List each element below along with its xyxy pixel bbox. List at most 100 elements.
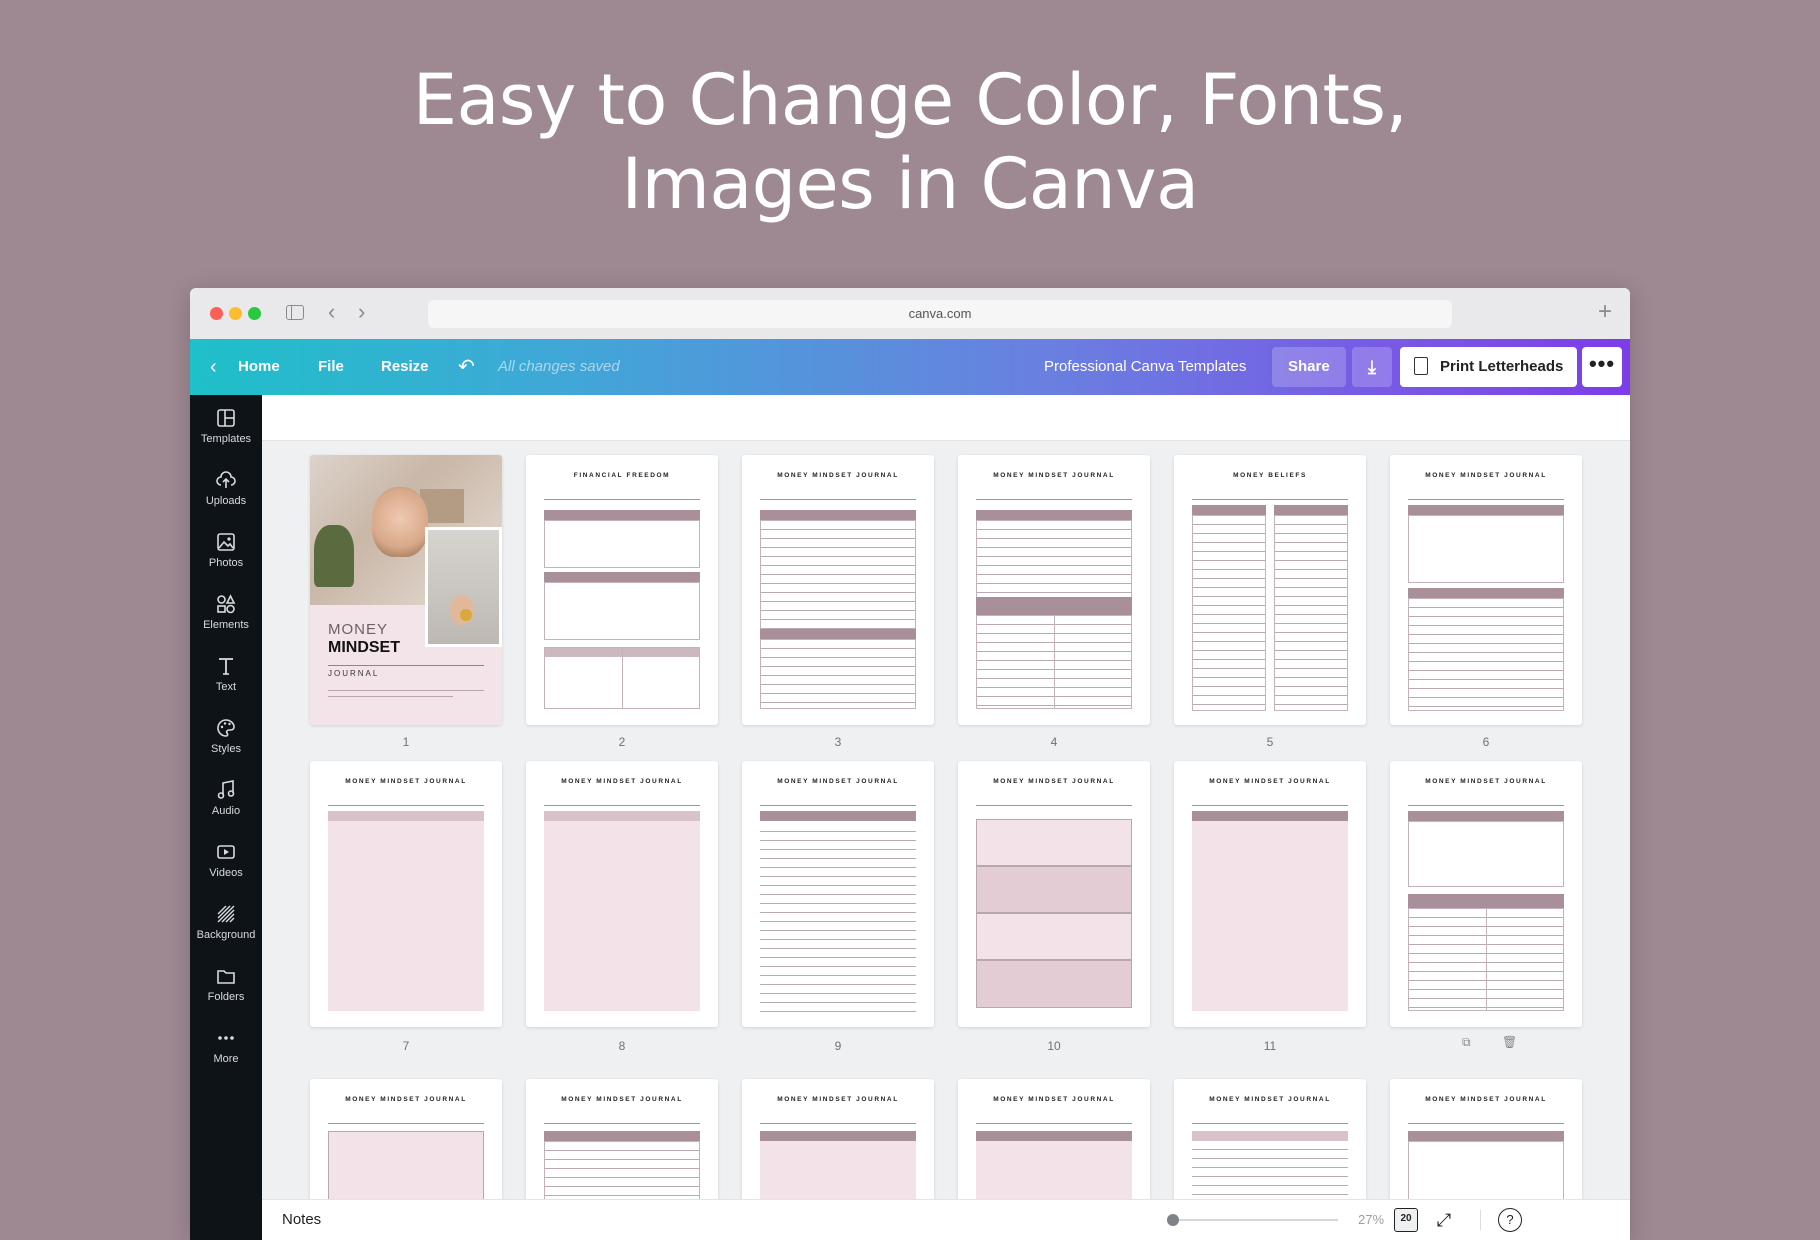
writing-box: [1408, 1141, 1564, 1199]
zoom-slider-handle[interactable]: [1167, 1214, 1179, 1226]
page-date-line: [544, 1117, 700, 1124]
print-letterheads-label: Print Letterheads: [1440, 358, 1564, 375]
zoom-percentage[interactable]: 27%: [1358, 1200, 1384, 1240]
resize-button[interactable]: Resize: [381, 339, 429, 395]
print-letterheads-button[interactable]: Print Letterheads: [1400, 347, 1578, 387]
grid-view-button[interactable]: 20: [1394, 1208, 1418, 1232]
page-thumbnail-15[interactable]: MONEY MINDSET JOURNAL: [742, 1079, 934, 1199]
page-thumbnail-2[interactable]: FINANCIAL FREEDOM: [526, 455, 718, 725]
undo-icon[interactable]: ↶: [458, 339, 475, 395]
page-number: 10: [1047, 1039, 1061, 1053]
page-thumbnail-17[interactable]: MONEY MINDSET JOURNAL: [1174, 1079, 1366, 1199]
page-thumbnail-8[interactable]: MONEY MINDSET JOURNAL: [526, 761, 718, 1027]
page-thumbnail-4[interactable]: MONEY MINDSET JOURNAL: [958, 455, 1150, 725]
page-date-line: [544, 493, 700, 500]
page-thumbnail-18[interactable]: MONEY MINDSET JOURNAL: [1390, 1079, 1582, 1199]
writing-box: [544, 582, 700, 640]
file-menu-button[interactable]: File: [318, 339, 344, 395]
more-dots-icon: [218, 1036, 234, 1040]
home-button[interactable]: Home: [238, 339, 280, 395]
sidebar-label-templates: Templates: [200, 433, 252, 445]
share-button[interactable]: Share: [1272, 347, 1346, 387]
writing-area: [976, 1141, 1132, 1199]
page-date-line: [1192, 799, 1348, 806]
page-date-line: [544, 799, 700, 806]
sidebar-item-text[interactable]: Text: [190, 643, 262, 705]
browser-forward-icon[interactable]: ›: [358, 300, 365, 324]
notes-button[interactable]: Notes: [282, 1200, 321, 1240]
sidebar-label-audio: Audio: [211, 805, 241, 817]
page-thumbnail-12[interactable]: MONEY MINDSET JOURNAL: [1390, 761, 1582, 1027]
hero-line-2: Images in Canva: [621, 143, 1199, 225]
writing-area: [544, 821, 700, 1011]
address-bar[interactable]: canva.com: [428, 300, 1452, 328]
ruled-lines: [760, 639, 916, 709]
page-title: MONEY MINDSET JOURNAL: [561, 778, 683, 785]
page-date-line: [760, 1117, 916, 1124]
cover-photo-woman: [372, 487, 428, 557]
writing-area: [328, 821, 484, 1011]
hero-line-1: Easy to Change Color, Fonts,: [412, 59, 1408, 141]
sidebar-toggle-icon[interactable]: [286, 305, 304, 320]
shapes-icon: [217, 594, 236, 614]
sidebar-item-videos[interactable]: Videos: [190, 829, 262, 891]
section-header-band: [328, 811, 484, 821]
page-thumbnail-1[interactable]: MONEY MINDSET JOURNAL: [310, 455, 502, 725]
design-title[interactable]: Professional Canva Templates: [1044, 339, 1246, 395]
page-thumbnail-6[interactable]: MONEY MINDSET JOURNAL: [1390, 455, 1582, 725]
page-thumbnail-14[interactable]: MONEY MINDSET JOURNAL: [526, 1079, 718, 1199]
sidebar-item-folders[interactable]: Folders: [190, 953, 262, 1015]
page-title: MONEY MINDSET JOURNAL: [1425, 778, 1547, 785]
section-header-band: [1408, 811, 1564, 821]
page-number: 1: [402, 735, 410, 749]
page-thumbnail-11[interactable]: MONEY MINDSET JOURNAL: [1174, 761, 1366, 1027]
page-date-line: [1408, 799, 1564, 806]
sidebar-item-background[interactable]: Background: [190, 891, 262, 953]
delete-page-icon[interactable]: 🗑: [1502, 1035, 1517, 1049]
page-thumbnail-3[interactable]: MONEY MINDSET JOURNAL: [742, 455, 934, 725]
fullscreen-icon[interactable]: ⤢: [1432, 1208, 1456, 1232]
sidebar-label-photos: Photos: [208, 557, 244, 569]
page-thumbnail-10[interactable]: MONEY MINDSET JOURNAL: [958, 761, 1150, 1027]
writing-area: [976, 913, 1132, 960]
maximize-window-button[interactable]: [248, 307, 261, 320]
writing-area: [328, 1131, 484, 1199]
minimize-window-button[interactable]: [229, 307, 242, 320]
writing-area: [976, 819, 1132, 866]
help-icon[interactable]: ?: [1498, 1208, 1522, 1232]
zoom-slider-track[interactable]: [1174, 1219, 1338, 1221]
section-header-band: [544, 510, 700, 520]
cover-title-mindset: MINDSET: [328, 639, 400, 656]
duplicate-page-icon[interactable]: ⧉: [1462, 1035, 1471, 1050]
chevron-left-icon[interactable]: ‹: [210, 339, 217, 395]
sidebar-item-templates[interactable]: Templates: [190, 395, 262, 457]
sidebar-item-audio[interactable]: Audio: [190, 767, 262, 829]
new-tab-icon[interactable]: +: [1598, 298, 1612, 326]
sidebar-item-photos[interactable]: Photos: [190, 519, 262, 581]
page-thumbnail-13[interactable]: MONEY MINDSET JOURNAL: [310, 1079, 502, 1199]
section-header-band: [544, 811, 700, 821]
more-options-button[interactable]: •••: [1582, 347, 1622, 387]
page-date-line: [976, 493, 1132, 500]
upload-cloud-icon: [216, 471, 236, 488]
sidebar-item-more[interactable]: More: [190, 1015, 262, 1077]
ruled-lines: [1408, 598, 1564, 711]
page-thumbnail-16[interactable]: MONEY MINDSET JOURNAL: [958, 1079, 1150, 1199]
save-status: All changes saved: [498, 358, 620, 375]
browser-back-icon[interactable]: ‹: [328, 300, 335, 324]
close-window-button[interactable]: [210, 307, 223, 320]
download-icon[interactable]: ⤓: [1352, 347, 1392, 387]
page-thumbnail-5[interactable]: MONEY BELIEFS: [1174, 455, 1366, 725]
ruled-lines: [1192, 515, 1266, 711]
section-header-band: [1408, 894, 1564, 908]
page-date-line: [1192, 493, 1348, 500]
sidebar-item-styles[interactable]: Styles: [190, 705, 262, 767]
page-thumbnail-7[interactable]: MONEY MINDSET JOURNAL: [310, 761, 502, 1027]
section-header-band: [544, 1131, 700, 1141]
page-thumbnail-9[interactable]: MONEY MINDSET JOURNAL: [742, 761, 934, 1027]
sidebar-item-uploads[interactable]: Uploads: [190, 457, 262, 519]
editor-footer: Notes 27% 20 ⤢ ?: [262, 1199, 1630, 1240]
section-header-band: [1192, 1131, 1348, 1141]
sidebar-item-elements[interactable]: Elements: [190, 581, 262, 643]
page-title: MONEY MINDSET JOURNAL: [561, 1096, 683, 1103]
